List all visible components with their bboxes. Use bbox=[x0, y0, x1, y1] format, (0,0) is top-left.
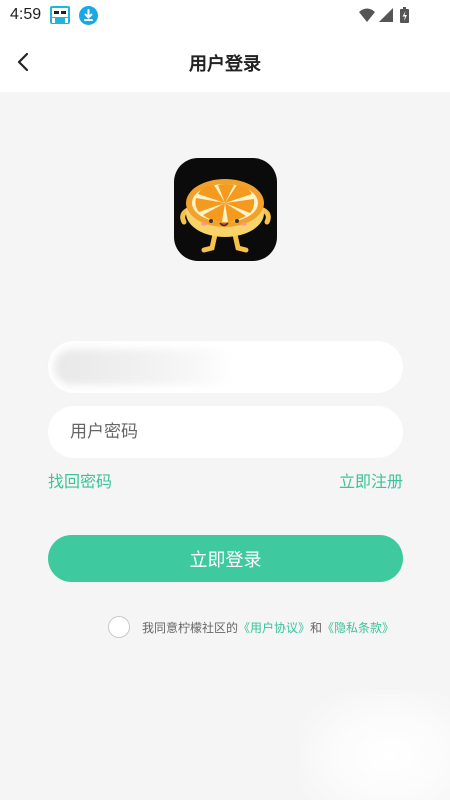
page-title: 用户登录 bbox=[189, 54, 261, 75]
password-input[interactable] bbox=[68, 421, 383, 443]
header: 用户登录 bbox=[0, 32, 450, 92]
cartoon-app-icon bbox=[50, 6, 70, 24]
username-value-redacted bbox=[54, 349, 234, 385]
battery-charging-icon bbox=[400, 7, 409, 23]
signal-icon bbox=[379, 8, 393, 22]
system-indicators bbox=[358, 6, 418, 26]
agreement-prefix: 我同意柠檬社区的 bbox=[142, 620, 239, 635]
agreement-row: 我同意柠檬社区的 《用户协议》 和 《隐私条款》 bbox=[108, 615, 394, 639]
agree-checkbox[interactable] bbox=[108, 616, 130, 638]
privacy-policy-link[interactable]: 《隐私条款》 bbox=[322, 619, 394, 636]
decorative-glow bbox=[300, 690, 450, 800]
download-icon bbox=[79, 6, 98, 25]
username-field[interactable] bbox=[48, 341, 403, 393]
user-agreement-link[interactable]: 《用户协议》 bbox=[238, 619, 310, 636]
orange-slice-mascot-icon bbox=[180, 179, 271, 253]
status-bar: 4:59 bbox=[0, 0, 450, 32]
login-button[interactable]: 立即登录 bbox=[48, 535, 403, 582]
status-time: 4:59 bbox=[10, 6, 42, 23]
forgot-password-link[interactable]: 找回密码 bbox=[48, 468, 112, 492]
password-field[interactable] bbox=[48, 406, 403, 458]
agreement-conjunction: 和 bbox=[310, 620, 323, 635]
app-logo bbox=[174, 158, 277, 261]
wifi-icon bbox=[359, 8, 375, 22]
register-link[interactable]: 立即注册 bbox=[339, 468, 403, 492]
